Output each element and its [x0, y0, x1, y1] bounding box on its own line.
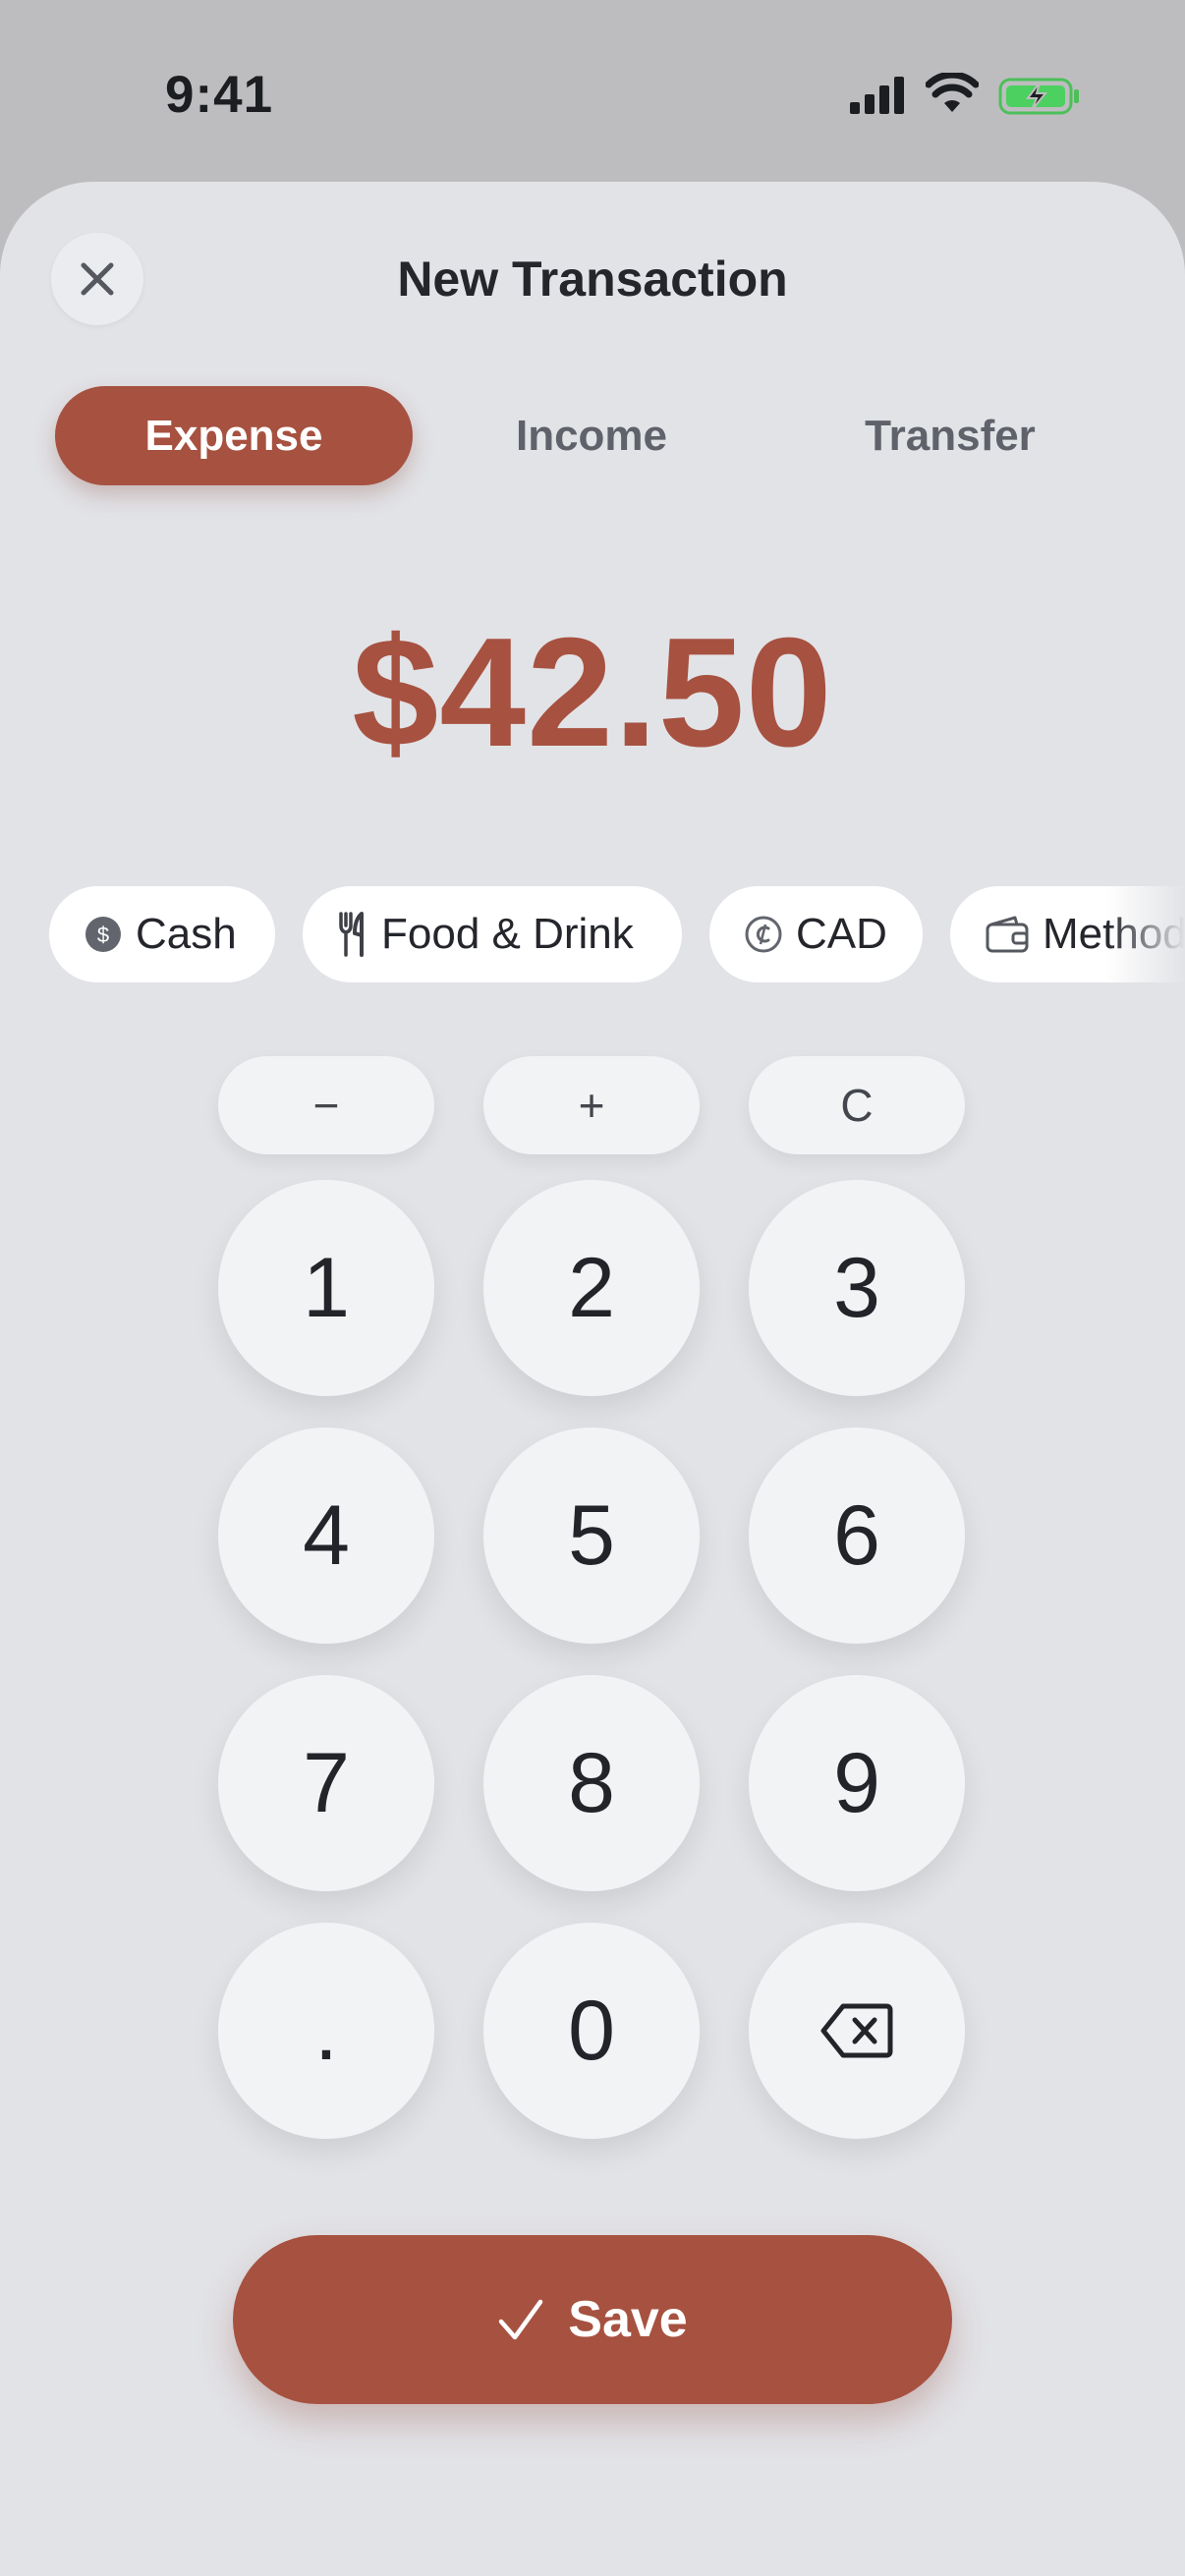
page-title: New Transaction	[397, 252, 788, 307]
backspace-icon	[820, 2003, 893, 2058]
key-3[interactable]: 3	[749, 1180, 965, 1396]
chip-row-fade	[1106, 886, 1185, 984]
key-8[interactable]: 8	[483, 1675, 700, 1891]
key-0[interactable]: 0	[483, 1923, 700, 2139]
transaction-sheet: New Transaction Expense Income Transfer …	[0, 182, 1185, 2576]
wallet-icon	[986, 916, 1029, 953]
key-4[interactable]: 4	[218, 1428, 434, 1644]
key-7[interactable]: 7	[218, 1675, 434, 1891]
save-label: Save	[568, 2291, 688, 2348]
battery-charging-icon	[998, 78, 1079, 115]
tab-transfer[interactable]: Transfer	[771, 386, 1129, 485]
checkmark-icon	[497, 2298, 544, 2341]
status-time: 9:41	[165, 66, 274, 124]
dollar-circle-icon: $	[85, 916, 122, 953]
tab-income[interactable]: Income	[413, 386, 770, 485]
svg-text:$: $	[97, 923, 109, 947]
chip-row: $ Cash Food & Drink CAD Method	[49, 886, 1185, 984]
key-decimal[interactable]: .	[218, 1923, 434, 2139]
key-9[interactable]: 9	[749, 1675, 965, 1891]
chip-category-food[interactable]: Food & Drink	[303, 886, 682, 982]
tab-expense[interactable]: Expense	[55, 386, 413, 485]
wifi-icon	[926, 73, 979, 112]
key-6[interactable]: 6	[749, 1428, 965, 1644]
clear-key[interactable]: C	[749, 1056, 965, 1154]
status-bar: 9:41	[0, 0, 1185, 182]
amount-display: $42.50	[352, 606, 833, 779]
backspace-key[interactable]	[749, 1923, 965, 2139]
key-1[interactable]: 1	[218, 1180, 434, 1396]
currency-circle-icon	[745, 916, 782, 953]
chip-label: Cash	[136, 910, 237, 958]
chip-label: CAD	[796, 910, 887, 958]
plus-key[interactable]: +	[483, 1056, 700, 1154]
fork-knife-icon	[338, 912, 367, 957]
cellular-signal-icon	[850, 77, 904, 114]
save-button[interactable]: Save	[233, 2235, 952, 2404]
key-5[interactable]: 5	[483, 1428, 700, 1644]
chip-currency-cad[interactable]: CAD	[709, 886, 923, 982]
key-2[interactable]: 2	[483, 1180, 700, 1396]
chip-account-cash[interactable]: $ Cash	[49, 886, 275, 982]
chip-label: Food & Drink	[381, 910, 634, 958]
minus-key[interactable]: −	[218, 1056, 434, 1154]
